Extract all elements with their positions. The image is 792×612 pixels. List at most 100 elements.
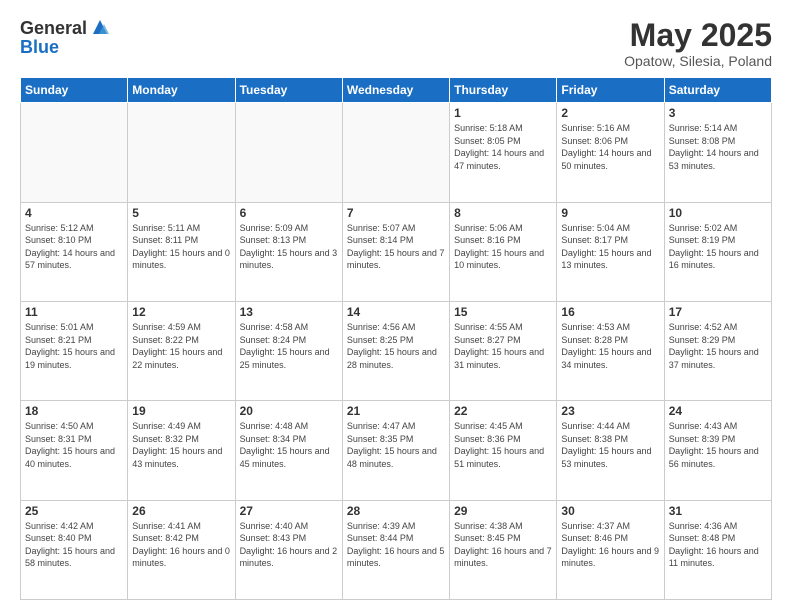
calendar-cell — [21, 103, 128, 202]
day-number: 19 — [132, 404, 230, 418]
calendar-cell: 8 Sunrise: 5:06 AM Sunset: 8:16 PM Daylig… — [450, 202, 557, 301]
day-number: 5 — [132, 206, 230, 220]
day-number: 15 — [454, 305, 552, 319]
calendar-cell: 11 Sunrise: 5:01 AM Sunset: 8:21 PM Dayli… — [21, 301, 128, 400]
day-info: Sunrise: 4:48 AM Sunset: 8:34 PM Dayligh… — [240, 420, 338, 470]
day-number: 12 — [132, 305, 230, 319]
day-number: 24 — [669, 404, 767, 418]
day-info: Sunrise: 5:01 AM Sunset: 8:21 PM Dayligh… — [25, 321, 123, 371]
calendar-cell: 10 Sunrise: 5:02 AM Sunset: 8:19 PM Dayli… — [664, 202, 771, 301]
day-number: 16 — [561, 305, 659, 319]
day-info: Sunrise: 4:43 AM Sunset: 8:39 PM Dayligh… — [669, 420, 767, 470]
calendar-cell: 22 Sunrise: 4:45 AM Sunset: 8:36 PM Dayli… — [450, 401, 557, 500]
calendar-table: Sunday Monday Tuesday Wednesday Thursday… — [20, 77, 772, 600]
col-wednesday: Wednesday — [342, 78, 449, 103]
day-number: 30 — [561, 504, 659, 518]
day-number: 7 — [347, 206, 445, 220]
day-number: 22 — [454, 404, 552, 418]
calendar-cell: 16 Sunrise: 4:53 AM Sunset: 8:28 PM Dayli… — [557, 301, 664, 400]
day-info: Sunrise: 5:09 AM Sunset: 8:13 PM Dayligh… — [240, 222, 338, 272]
day-info: Sunrise: 5:02 AM Sunset: 8:19 PM Dayligh… — [669, 222, 767, 272]
calendar-cell: 7 Sunrise: 5:07 AM Sunset: 8:14 PM Daylig… — [342, 202, 449, 301]
calendar-cell: 14 Sunrise: 4:56 AM Sunset: 8:25 PM Dayli… — [342, 301, 449, 400]
day-number: 8 — [454, 206, 552, 220]
day-number: 1 — [454, 106, 552, 120]
day-info: Sunrise: 4:37 AM Sunset: 8:46 PM Dayligh… — [561, 520, 659, 570]
calendar-week-row-2: 4Sunrise: 5:12 AM Sunset: 8:10 PM Daylig… — [21, 202, 772, 301]
logo: General Blue — [20, 18, 111, 58]
calendar-cell: 5Sunrise: 5:11 AM Sunset: 8:11 PM Daylig… — [128, 202, 235, 301]
day-info: Sunrise: 4:55 AM Sunset: 8:27 PM Dayligh… — [454, 321, 552, 371]
day-number: 23 — [561, 404, 659, 418]
calendar-cell: 27 Sunrise: 4:40 AM Sunset: 8:43 PM Dayli… — [235, 500, 342, 599]
day-info: Sunrise: 4:45 AM Sunset: 8:36 PM Dayligh… — [454, 420, 552, 470]
day-number: 20 — [240, 404, 338, 418]
day-number: 14 — [347, 305, 445, 319]
calendar-cell: 9 Sunrise: 5:04 AM Sunset: 8:17 PM Daylig… — [557, 202, 664, 301]
day-number: 26 — [132, 504, 230, 518]
logo-blue: Blue — [20, 37, 59, 57]
calendar-cell: 31Sunrise: 4:36 AM Sunset: 8:48 PM Dayli… — [664, 500, 771, 599]
calendar-cell — [235, 103, 342, 202]
day-info: Sunrise: 4:40 AM Sunset: 8:43 PM Dayligh… — [240, 520, 338, 570]
day-number: 13 — [240, 305, 338, 319]
day-number: 25 — [25, 504, 123, 518]
calendar-cell: 23 Sunrise: 4:44 AM Sunset: 8:38 PM Dayli… — [557, 401, 664, 500]
calendar-cell: 19 Sunrise: 4:49 AM Sunset: 8:32 PM Dayli… — [128, 401, 235, 500]
day-info: Sunrise: 4:49 AM Sunset: 8:32 PM Dayligh… — [132, 420, 230, 470]
calendar-cell — [342, 103, 449, 202]
day-number: 9 — [561, 206, 659, 220]
calendar-cell: 3 Sunrise: 5:14 AM Sunset: 8:08 PM Daylig… — [664, 103, 771, 202]
day-info: Sunrise: 4:53 AM Sunset: 8:28 PM Dayligh… — [561, 321, 659, 371]
calendar-cell: 12 Sunrise: 4:59 AM Sunset: 8:22 PM Dayli… — [128, 301, 235, 400]
logo-icon — [89, 16, 111, 38]
day-info: Sunrise: 4:39 AM Sunset: 8:44 PM Dayligh… — [347, 520, 445, 570]
calendar-cell: 18 Sunrise: 4:50 AM Sunset: 8:31 PM Dayli… — [21, 401, 128, 500]
calendar-cell: 29Sunrise: 4:38 AM Sunset: 8:45 PM Dayli… — [450, 500, 557, 599]
calendar-cell: 17 Sunrise: 4:52 AM Sunset: 8:29 PM Dayli… — [664, 301, 771, 400]
calendar-cell: 1 Sunrise: 5:18 AM Sunset: 8:05 PM Daylig… — [450, 103, 557, 202]
page-header: General Blue May 2025 Opatow, Silesia, P… — [20, 18, 772, 69]
calendar-cell: 21Sunrise: 4:47 AM Sunset: 8:35 PM Dayli… — [342, 401, 449, 500]
day-info: Sunrise: 4:44 AM Sunset: 8:38 PM Dayligh… — [561, 420, 659, 470]
day-number: 18 — [25, 404, 123, 418]
day-info: Sunrise: 5:18 AM Sunset: 8:05 PM Dayligh… — [454, 122, 552, 172]
calendar-week-row-4: 18 Sunrise: 4:50 AM Sunset: 8:31 PM Dayli… — [21, 401, 772, 500]
calendar-cell — [128, 103, 235, 202]
day-info: Sunrise: 5:16 AM Sunset: 8:06 PM Dayligh… — [561, 122, 659, 172]
day-number: 27 — [240, 504, 338, 518]
day-info: Sunrise: 4:47 AM Sunset: 8:35 PM Dayligh… — [347, 420, 445, 470]
col-monday: Monday — [128, 78, 235, 103]
day-info: Sunrise: 4:59 AM Sunset: 8:22 PM Dayligh… — [132, 321, 230, 371]
day-info: Sunrise: 5:07 AM Sunset: 8:14 PM Dayligh… — [347, 222, 445, 272]
day-number: 29 — [454, 504, 552, 518]
day-number: 6 — [240, 206, 338, 220]
col-tuesday: Tuesday — [235, 78, 342, 103]
day-info: Sunrise: 5:04 AM Sunset: 8:17 PM Dayligh… — [561, 222, 659, 272]
day-number: 2 — [561, 106, 659, 120]
calendar-week-row-5: 25Sunrise: 4:42 AM Sunset: 8:40 PM Dayli… — [21, 500, 772, 599]
day-number: 28 — [347, 504, 445, 518]
day-info: Sunrise: 5:14 AM Sunset: 8:08 PM Dayligh… — [669, 122, 767, 172]
col-thursday: Thursday — [450, 78, 557, 103]
col-sunday: Sunday — [21, 78, 128, 103]
day-number: 3 — [669, 106, 767, 120]
day-info: Sunrise: 4:52 AM Sunset: 8:29 PM Dayligh… — [669, 321, 767, 371]
calendar-cell: 30 Sunrise: 4:37 AM Sunset: 8:46 PM Dayli… — [557, 500, 664, 599]
day-info: Sunrise: 4:58 AM Sunset: 8:24 PM Dayligh… — [240, 321, 338, 371]
calendar-cell: 2 Sunrise: 5:16 AM Sunset: 8:06 PM Daylig… — [557, 103, 664, 202]
day-number: 4 — [25, 206, 123, 220]
calendar-cell: 13 Sunrise: 4:58 AM Sunset: 8:24 PM Dayli… — [235, 301, 342, 400]
calendar-header-row: Sunday Monday Tuesday Wednesday Thursday… — [21, 78, 772, 103]
calendar-cell: 28 Sunrise: 4:39 AM Sunset: 8:44 PM Dayli… — [342, 500, 449, 599]
day-number: 17 — [669, 305, 767, 319]
month-title: May 2025 — [624, 18, 772, 53]
calendar-cell: 24 Sunrise: 4:43 AM Sunset: 8:39 PM Dayli… — [664, 401, 771, 500]
day-info: Sunrise: 4:56 AM Sunset: 8:25 PM Dayligh… — [347, 321, 445, 371]
calendar-cell: 15 Sunrise: 4:55 AM Sunset: 8:27 PM Dayli… — [450, 301, 557, 400]
day-info: Sunrise: 4:50 AM Sunset: 8:31 PM Dayligh… — [25, 420, 123, 470]
day-number: 11 — [25, 305, 123, 319]
day-info: Sunrise: 5:06 AM Sunset: 8:16 PM Dayligh… — [454, 222, 552, 272]
day-info: Sunrise: 4:41 AM Sunset: 8:42 PM Dayligh… — [132, 520, 230, 570]
day-number: 10 — [669, 206, 767, 220]
